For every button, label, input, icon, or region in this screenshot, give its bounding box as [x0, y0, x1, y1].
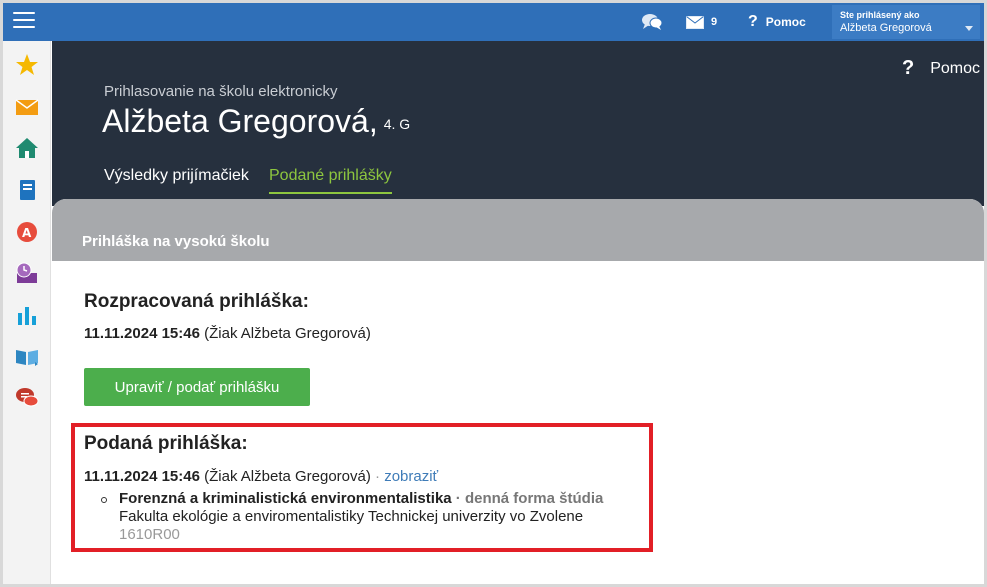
svg-text:A: A: [22, 226, 32, 240]
page-title: Alžbeta Gregorová, 4. G: [102, 103, 410, 140]
separator: ·: [370, 468, 385, 485]
question-icon: ?: [901, 57, 915, 79]
page-subtitle: Prihlasovanie na školu elektronicky: [104, 83, 338, 100]
user-name: Alžbeta Gregorová: [840, 22, 932, 34]
help-label: Pomoc: [765, 15, 806, 29]
chat-button[interactable]: [641, 3, 663, 41]
envelope-icon: [686, 15, 704, 29]
logged-in-label: Ste prihlásený ako: [840, 10, 920, 20]
app-frame: 9 ? Pomoc Ste prihlásený ako Alžbeta Gre…: [0, 0, 987, 587]
card-title: Prihláška na vysokú školu: [52, 199, 984, 261]
submitted-datetime: 11.11.2024 15:46: [84, 468, 200, 485]
edit-submit-application-button[interactable]: Upraviť / podať prihlášku: [84, 368, 310, 406]
page-header: ? Pomoc Prihlasovanie na školu elektroni…: [52, 41, 984, 206]
submitted-author: (Žiak Alžbeta Gregorová): [199, 468, 371, 485]
messages-count: 9: [711, 16, 718, 28]
header-help-button[interactable]: ? Pomoc: [902, 57, 980, 80]
chat-icon[interactable]: [15, 386, 39, 410]
view-link[interactable]: zobraziť: [384, 468, 438, 485]
mail-icon[interactable]: [15, 95, 39, 119]
student-name: Alžbeta Gregorová,: [102, 103, 378, 139]
messages-button[interactable]: 9: [686, 3, 717, 41]
schedule-icon[interactable]: [15, 261, 39, 285]
program-name: Forenzná a kriminalistická environmental…: [119, 490, 452, 507]
star-icon[interactable]: [15, 53, 39, 77]
user-menu[interactable]: Ste prihlásený ako Alžbeta Gregorová: [832, 5, 980, 39]
sidebar: A: [3, 41, 51, 584]
notebook-icon[interactable]: [15, 178, 39, 202]
tab-submitted-applications[interactable]: Podané prihlášky: [269, 167, 392, 194]
program-line: Forenzná a kriminalistická environmental…: [119, 490, 603, 507]
tab-admission-results[interactable]: Výsledky prijímačiek: [104, 167, 249, 192]
home-icon[interactable]: [15, 136, 39, 160]
question-icon: ?: [748, 13, 758, 30]
chat-bubbles-icon: [642, 14, 663, 30]
bullet-circle-icon: [101, 497, 107, 503]
student-class: 4. G: [383, 116, 411, 132]
submitted-entry: 11.11.2024 15:46 (Žiak Alžbeta Gregorová…: [84, 468, 438, 485]
program-code: 1610R00: [119, 526, 180, 543]
top-bar: 9 ? Pomoc Ste prihlásený ako Alžbeta Gre…: [3, 3, 984, 41]
grades-icon[interactable]: A: [15, 220, 39, 244]
draft-author: (Žiak Alžbeta Gregorová): [199, 325, 371, 342]
draft-datetime: 11.11.2024 15:46: [84, 325, 200, 342]
chart-icon[interactable]: [15, 303, 39, 327]
menu-icon[interactable]: [13, 12, 35, 30]
submitted-heading: Podaná prihláška:: [84, 433, 248, 454]
draft-heading: Rozpracovaná prihláška:: [84, 291, 309, 312]
chevron-down-icon: [965, 26, 973, 31]
faculty-name: Fakulta ekológie a enviromentalistiky Te…: [119, 508, 584, 525]
help-button[interactable]: ? Pomoc: [748, 3, 806, 41]
form-separator: ·: [451, 490, 465, 507]
study-form: denná forma štúdia: [464, 490, 604, 507]
draft-entry: 11.11.2024 15:46 (Žiak Alžbeta Gregorová…: [84, 325, 371, 342]
book-icon[interactable]: [15, 344, 39, 368]
header-help-label: Pomoc: [930, 59, 980, 77]
